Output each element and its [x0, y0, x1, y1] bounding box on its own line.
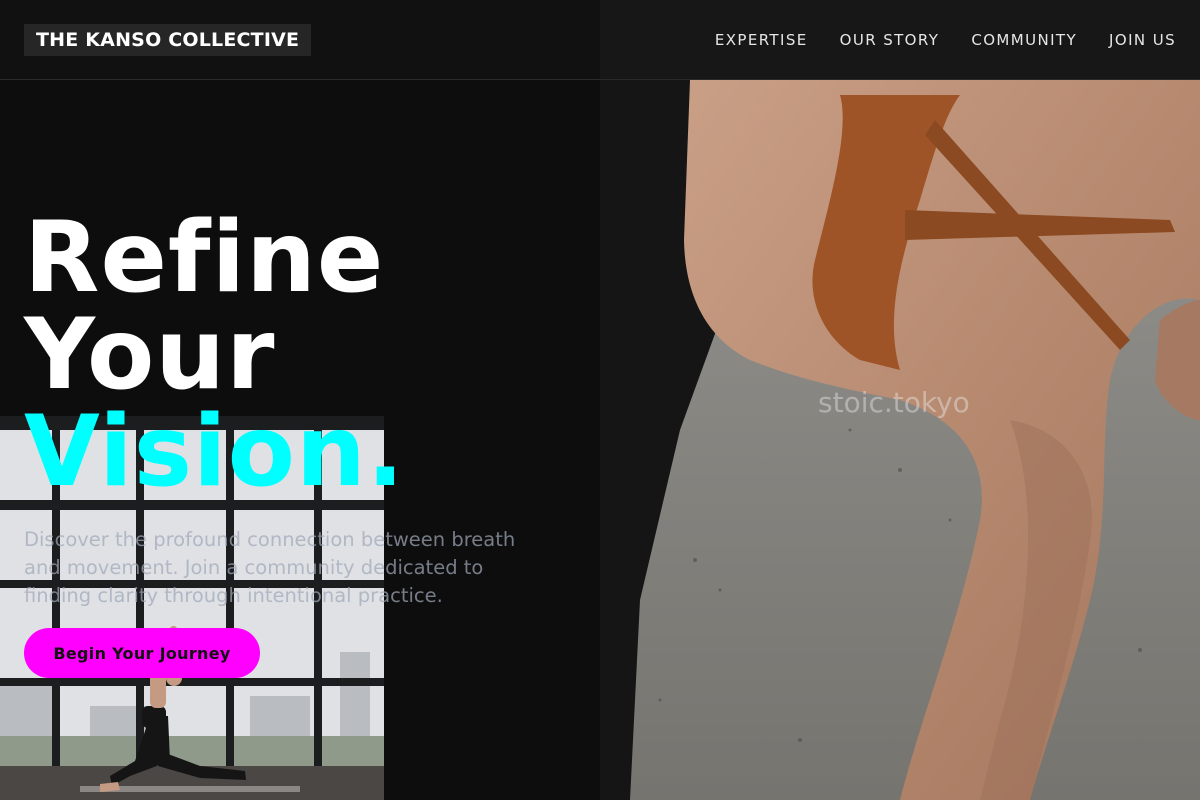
headline-line-2: Your — [24, 298, 276, 412]
hero-headline: Refine Your Vision. — [24, 201, 405, 509]
brand-logo[interactable]: THE KANSO COLLECTIVE — [24, 24, 312, 56]
begin-journey-button[interactable]: Begin Your Journey — [24, 628, 260, 678]
hero-section: Refine Your Vision. — [24, 201, 405, 509]
headline-line-1: Refine — [24, 201, 385, 315]
headline-accent: Vision. — [24, 395, 405, 509]
nav-link-community[interactable]: COMMUNITY — [971, 31, 1077, 49]
nav-link-expertise[interactable]: EXPERTISE — [715, 31, 808, 49]
main-nav: EXPERTISE OUR STORY COMMUNITY JOIN US — [715, 0, 1176, 80]
photo-watermark: stoic.tokyo — [818, 386, 970, 419]
landing-page: THE KANSO COLLECTIVE EXPERTISE OUR STORY… — [0, 0, 1200, 800]
nav-link-join-us[interactable]: JOIN US — [1109, 31, 1176, 49]
nav-link-our-story[interactable]: OUR STORY — [840, 31, 940, 49]
site-header: THE KANSO COLLECTIVE EXPERTISE OUR STORY… — [0, 0, 1200, 80]
hero-subtitle: Discover the profound connection between… — [24, 528, 516, 607]
